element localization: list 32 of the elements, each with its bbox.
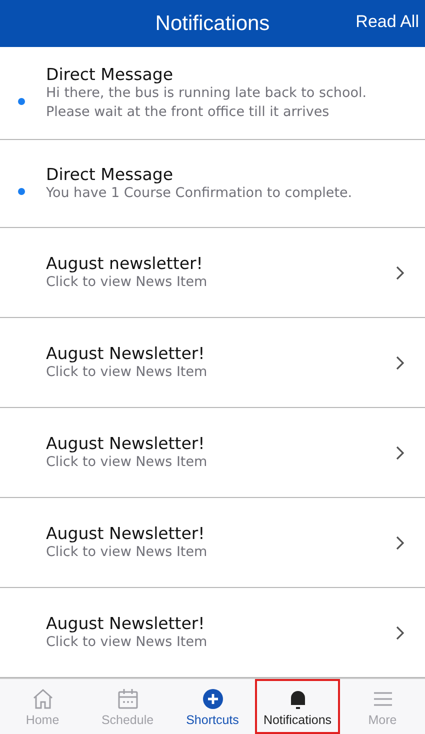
notification-title: August Newsletter! bbox=[46, 524, 206, 543]
chevron-right-icon bbox=[395, 444, 405, 460]
notification-text: Hi there, the bus is running late back to school. Please wait at the front office till it arrives bbox=[46, 84, 368, 122]
notification-text: Click to view News Item bbox=[46, 632, 208, 652]
notification-item[interactable]: August newsletter! Click to view News Item bbox=[0, 228, 425, 318]
chevron-right-icon bbox=[395, 624, 405, 640]
notification-item[interactable]: August Newsletter! Click to view News Item bbox=[0, 318, 425, 408]
notification-item[interactable]: Direct Message Hi there, the bus is running late back to school. Please wait at the front office till it arrives bbox=[0, 47, 425, 140]
notification-text: Click to view News Item bbox=[46, 452, 208, 472]
tab[interactable]: Shortcuts bbox=[170, 679, 255, 734]
home-icon bbox=[30, 686, 54, 710]
notification-item[interactable]: August Newsletter! Click to view News Item bbox=[0, 498, 425, 588]
tab[interactable]: Notifications bbox=[255, 679, 340, 734]
chevron-right-icon bbox=[395, 354, 405, 370]
notification-title: Direct Message bbox=[46, 164, 174, 184]
notification-text: Click to view News Item bbox=[46, 272, 208, 292]
chevron-right-icon bbox=[395, 264, 405, 280]
notification-title: Direct Message bbox=[46, 64, 174, 84]
page-title: Notifications bbox=[155, 12, 270, 36]
notification-item[interactable]: Direct Message You have 1 Course Confirmation to complete. bbox=[0, 140, 425, 228]
calendar-icon bbox=[116, 686, 140, 710]
notification-text: Click to view News Item bbox=[46, 542, 208, 562]
notification-text: Click to view News Item bbox=[46, 362, 208, 382]
chevron-right-icon bbox=[395, 534, 405, 550]
notification-text: You have 1 Course Confirmation to complete. bbox=[46, 184, 354, 202]
notification-title: August Newsletter! bbox=[46, 614, 206, 633]
notification-title: August Newsletter! bbox=[46, 344, 206, 363]
notification-item[interactable]: August Newsletter! Click to view News Item bbox=[0, 408, 425, 498]
read-all-button[interactable]: Read All bbox=[356, 12, 419, 32]
plus-circle-icon bbox=[200, 686, 224, 710]
notification-title: August newsletter! bbox=[46, 254, 204, 273]
notification-title: August Newsletter! bbox=[46, 434, 206, 453]
